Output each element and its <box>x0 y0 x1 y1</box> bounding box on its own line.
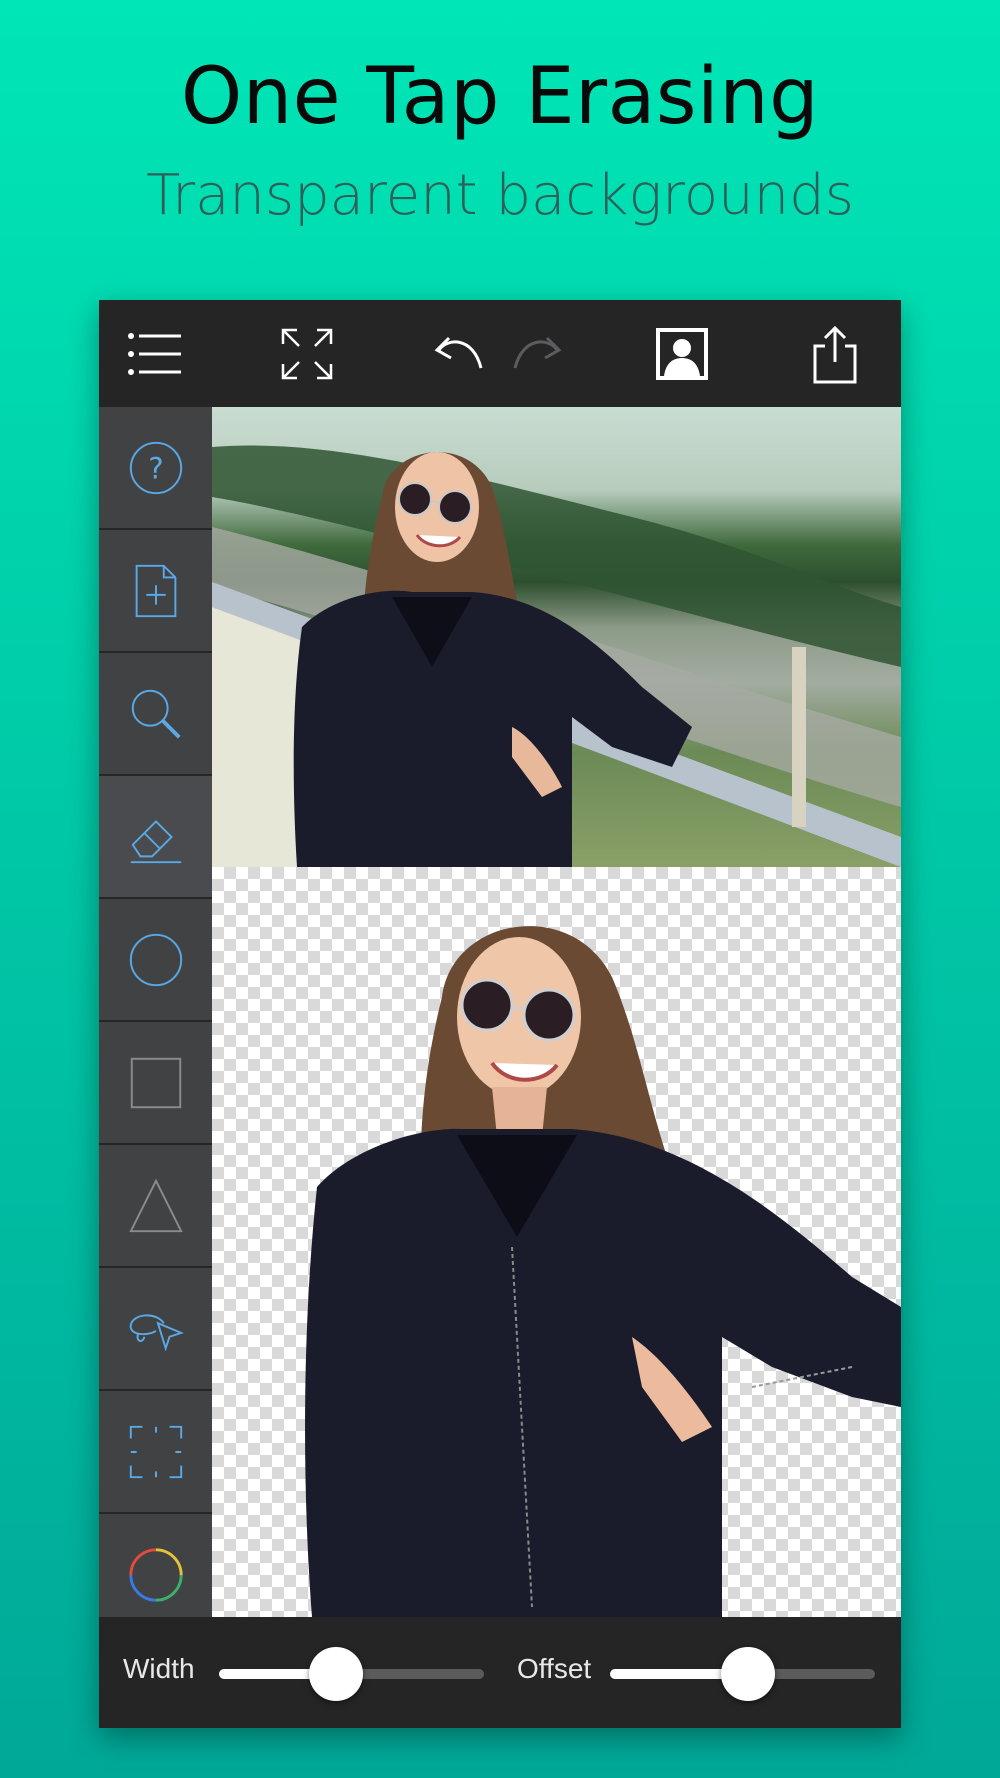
width-slider[interactable] <box>219 1647 484 1701</box>
redo-button[interactable] <box>497 312 581 396</box>
zoom-tool[interactable] <box>99 653 212 776</box>
crop-tool[interactable] <box>99 1391 212 1514</box>
help-icon: ? <box>129 441 182 494</box>
share-button[interactable] <box>793 312 877 396</box>
zoom-icon <box>131 689 181 739</box>
tool-sidebar: ? <box>99 407 212 1637</box>
portrait-icon <box>656 328 708 380</box>
image-canvas[interactable] <box>212 407 901 1617</box>
triangle-icon <box>128 1178 183 1232</box>
fullscreen-button[interactable] <box>265 312 349 396</box>
portrait-button[interactable] <box>640 312 724 396</box>
offset-slider[interactable] <box>610 1647 875 1701</box>
offset-label: Offset <box>517 1653 592 1684</box>
circle-icon <box>129 933 182 986</box>
width-label: Width <box>123 1653 195 1684</box>
redo-icon <box>513 336 562 369</box>
subheadline: Transparent backgrounds <box>146 163 854 228</box>
lasso-tool[interactable] <box>99 1268 212 1391</box>
original-photo-illustration <box>212 445 901 867</box>
transparent-preview <box>212 867 901 1617</box>
offset-slider-knob[interactable] <box>721 1647 775 1701</box>
cutout-photo-illustration <box>305 926 901 1617</box>
new-file-tool[interactable] <box>99 530 212 653</box>
eraser-icon <box>130 819 181 863</box>
menu-button[interactable] <box>113 312 197 396</box>
app-screen: ? Width Offset <box>99 300 901 1728</box>
square-icon <box>130 1057 181 1108</box>
bottom-slider-bar: Width Offset <box>99 1617 901 1728</box>
color-wheel-icon <box>128 1547 183 1602</box>
help-tool[interactable]: ? <box>99 407 212 530</box>
eraser-tool[interactable] <box>99 776 212 899</box>
menu-icon <box>128 333 181 375</box>
square-tool[interactable] <box>99 1022 212 1145</box>
top-toolbar <box>99 300 901 407</box>
original-photo <box>212 407 901 867</box>
new-file-icon <box>135 564 176 617</box>
headline: One Tap Erasing <box>180 52 820 142</box>
svg-text:?: ? <box>148 451 163 485</box>
undo-icon <box>434 336 483 369</box>
share-icon <box>813 325 857 384</box>
undo-button[interactable] <box>415 312 499 396</box>
lasso-icon <box>129 1313 184 1352</box>
triangle-tool[interactable] <box>99 1145 212 1268</box>
crop-icon <box>129 1425 182 1478</box>
fullscreen-icon <box>281 328 333 380</box>
width-slider-knob[interactable] <box>309 1647 363 1701</box>
circle-tool[interactable] <box>99 899 212 1022</box>
